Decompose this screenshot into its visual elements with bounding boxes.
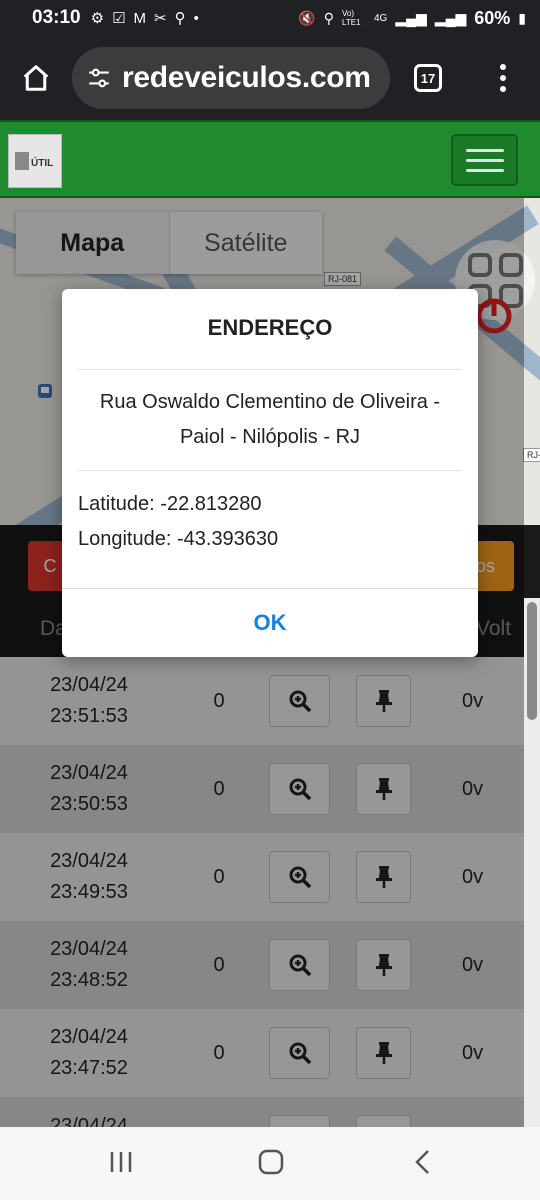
mail-icon: M [133,9,147,27]
ok-button[interactable]: OK [62,588,478,657]
site-header: ÚTIL [0,120,540,198]
system-nav-bar [0,1127,540,1200]
road-label: RJ- [523,448,540,462]
notification-icons: ⚙ ☑ M ✂ ⚲ • [90,9,199,28]
url-text[interactable]: redeveiculos.com [122,61,371,95]
site-logo[interactable]: ÚTIL [8,134,62,188]
divider [78,470,462,471]
address-dialog: ENDEREÇO Rua Oswaldo Clementino de Olive… [62,289,478,657]
gear-icon: ⚙ [90,10,105,27]
volte-label: Vo) LTE1 [342,9,361,27]
svg-text:ÚTIL: ÚTIL [31,156,53,169]
battery-icon: ▮ [518,9,526,26]
tools-icon: ✂ [154,10,167,27]
signal-icon: ▂▄▆ [434,9,467,26]
home-button[interactable] [0,36,72,120]
mute-icon: 🔇 [298,9,316,26]
site-settings-icon[interactable] [86,65,112,91]
dialog-address: Rua Oswaldo Clementino de Oliveira - Paio… [99,391,441,448]
dialog-title: ENDEREÇO [207,315,333,340]
address-bar[interactable]: redeveiculos.com [72,47,390,109]
browser-menu-button[interactable] [500,64,506,92]
system-icons: 🔇 ⚲ Vo) LTE1 4G ▂▄▆ ▂▄▆ 60% ▮ [298,8,526,29]
scrollbar-thumb[interactable] [527,602,537,720]
tab-switcher-button[interactable]: 17 [414,64,442,92]
location-icon: ⚲ [174,10,186,27]
logo-icon: ÚTIL [15,152,53,170]
longitude-text: Longitude: -43.393630 [78,528,279,550]
more-vert-icon [500,64,506,70]
hamburger-icon [465,148,504,152]
recents-icon[interactable] [108,1149,134,1175]
status-bar: 03:10 ⚙ ☑ M ✂ ⚲ • 🔇 ⚲ Vo) LTE1 4G ▂▄▆ ▂▄… [0,0,540,36]
check-icon: ☑ [112,10,126,27]
network-label: 4G [374,12,388,24]
back-icon[interactable] [410,1149,436,1175]
home-nav-icon[interactable] [258,1149,284,1175]
browser-toolbar: redeveiculos.com 17 [0,36,540,120]
signal-icon: ▂▄▆ [395,9,427,26]
menu-toggle-button[interactable] [451,134,518,186]
divider [78,369,462,370]
latitude-text: Latitude: -22.813280 [78,493,262,515]
status-time: 03:10 [32,7,81,28]
location-icon: ⚲ [323,9,334,26]
dot-icon: • [193,9,199,27]
dialog-coordinates: Latitude: -22.813280 Longitude: -43.3936… [78,487,278,557]
home-icon [23,65,49,91]
battery-percent: 60% [474,7,511,28]
